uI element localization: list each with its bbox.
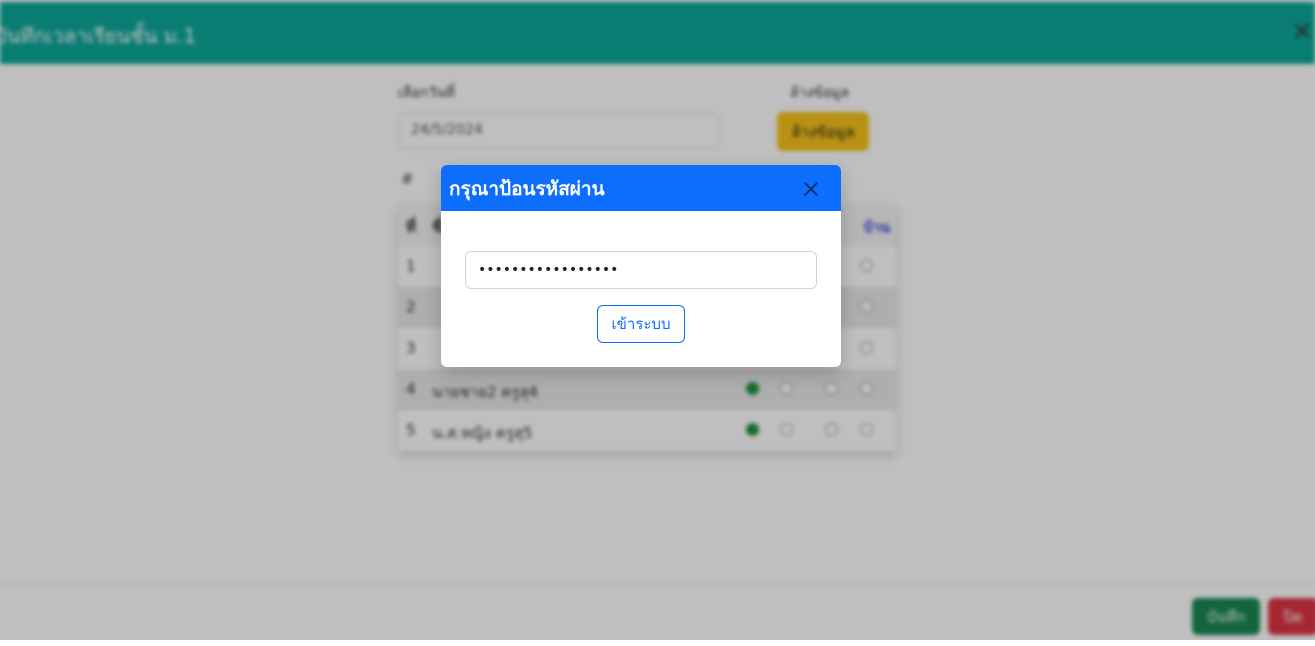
password-input[interactable] <box>465 251 817 289</box>
modal-header: กรุณาป้อนรหัสผ่าน <box>441 165 841 211</box>
login-button[interactable]: เข้าระบบ <box>597 305 685 343</box>
password-modal: กรุณาป้อนรหัสผ่าน เข้าระบบ <box>441 165 841 367</box>
bottom-strip <box>0 640 1315 646</box>
close-icon[interactable] <box>803 181 819 197</box>
modal-title: กรุณาป้อนรหัสผ่าน <box>449 178 605 200</box>
